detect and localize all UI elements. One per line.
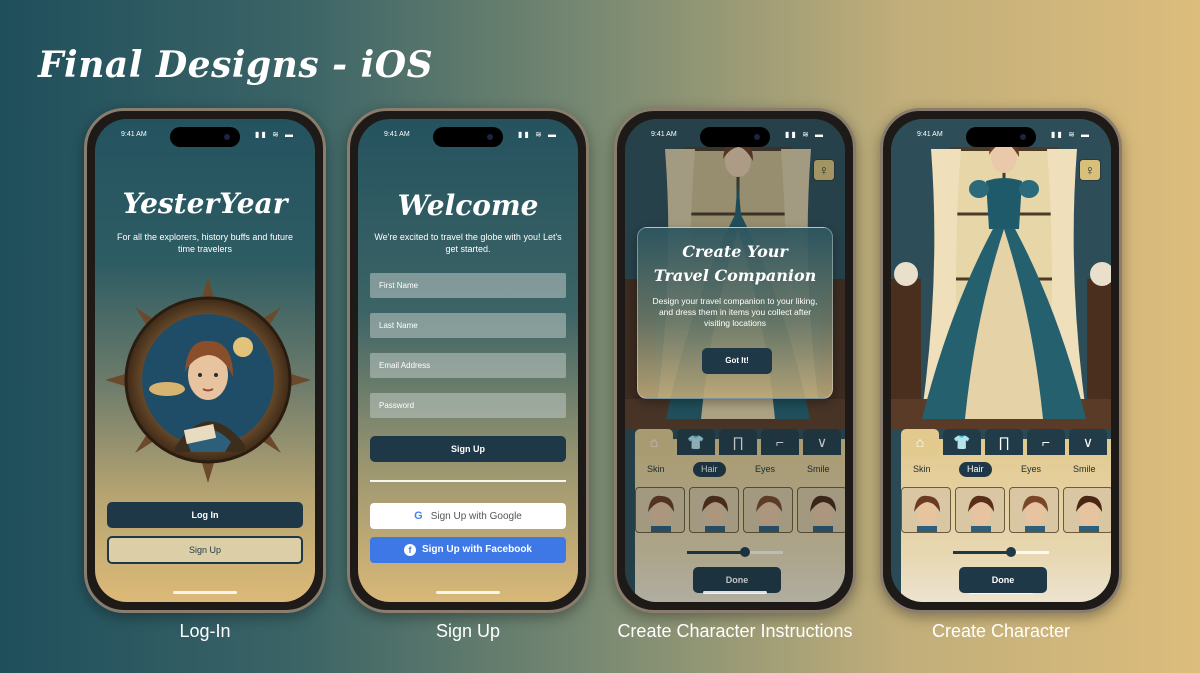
compass-portrait-image bbox=[105, 277, 311, 483]
google-signup-label: Sign Up with Google bbox=[430, 511, 522, 522]
modal-text: Design your travel companion to your lik… bbox=[652, 296, 818, 328]
first-name-field[interactable]: First Name bbox=[370, 273, 566, 298]
hair-option[interactable] bbox=[901, 487, 951, 533]
character-room-image bbox=[891, 119, 1111, 429]
subtab-smile[interactable]: Smile bbox=[1065, 462, 1104, 477]
tab-shoe-icon[interactable]: ⌐ bbox=[1027, 429, 1065, 455]
email-field[interactable]: Email Address bbox=[370, 353, 566, 378]
character-screen: 9:41 AM ▮▮ ≋ ▬ ♀ ⌂ 👕 ∏ ⌐ ∨ Skin Hair Eye… bbox=[891, 119, 1111, 602]
tab-hair-icon[interactable]: ⌂ bbox=[901, 429, 939, 455]
hair-option[interactable] bbox=[955, 487, 1005, 533]
status-bar: 9:41 AM ▮▮ ≋ ▬ bbox=[891, 119, 1111, 159]
modal-title-line1: Create Your bbox=[682, 242, 788, 261]
phone-instructions: 9:41 AM ▮▮ ≋ ▬ ♀ ⌂ 👕 ∏ ⌐ ∨ Skin Hair Eye… bbox=[614, 108, 856, 613]
dynamic-island bbox=[170, 127, 240, 147]
caption-signup: Sign Up bbox=[435, 621, 501, 641]
app-subtitle: For all the explorers, history buffs and… bbox=[117, 232, 293, 254]
subtab-eyes[interactable]: Eyes bbox=[1013, 462, 1049, 477]
got-it-button[interactable]: Got It! bbox=[702, 348, 772, 374]
hair-options bbox=[901, 487, 1111, 533]
instructions-modal: Create Your Travel Companion Design your… bbox=[637, 227, 833, 399]
caption-instructions: Create Character Instructions bbox=[617, 621, 853, 641]
status-icons: ▮▮ ≋ ▬ bbox=[1051, 130, 1091, 139]
modal-title: Create Your Travel Companion bbox=[638, 240, 832, 288]
dynamic-island bbox=[700, 127, 770, 147]
status-icons: ▮▮ ≋ ▬ bbox=[785, 130, 825, 139]
status-time: 9:41 AM bbox=[384, 131, 410, 138]
slide-title: Final Designs - iOS bbox=[38, 44, 434, 86]
google-icon: G bbox=[414, 510, 423, 522]
last-name-field[interactable]: Last Name bbox=[370, 313, 566, 338]
status-time: 9:41 AM bbox=[121, 131, 147, 138]
tab-shirt-icon[interactable]: 👕 bbox=[943, 429, 981, 455]
slider-knob[interactable] bbox=[1005, 547, 1016, 557]
subtab-hair[interactable]: Hair bbox=[959, 462, 992, 477]
facebook-signup-button[interactable]: f Sign Up with Facebook bbox=[370, 537, 566, 563]
phone-login: 9:41 AM ▮▮ ≋ ▬ YesterYear For all the ex… bbox=[84, 108, 326, 613]
home-indicator bbox=[436, 591, 500, 594]
facebook-signup-label: Sign Up with Facebook bbox=[421, 544, 532, 555]
home-indicator bbox=[703, 591, 767, 594]
done-button[interactable]: Done bbox=[959, 567, 1047, 593]
phone-signup: 9:41 AM ▮▮ ≋ ▬ Welcome We're excited to … bbox=[347, 108, 589, 613]
feature-subtabs: Skin Hair Eyes Smile bbox=[901, 462, 1101, 478]
dynamic-island bbox=[966, 127, 1036, 147]
status-icons: ▮▮ ≋ ▬ bbox=[518, 130, 558, 139]
status-icons: ▮▮ ≋ ▬ bbox=[255, 130, 295, 139]
login-button[interactable]: Log In bbox=[107, 502, 303, 528]
home-indicator bbox=[173, 591, 237, 594]
hair-option[interactable] bbox=[1063, 487, 1111, 533]
status-time: 9:41 AM bbox=[917, 131, 943, 138]
login-screen: 9:41 AM ▮▮ ≋ ▬ YesterYear For all the ex… bbox=[95, 119, 315, 602]
female-gender-icon[interactable]: ♀ bbox=[1079, 159, 1101, 181]
caption-login: Log-In bbox=[179, 621, 231, 641]
phone-character: 9:41 AM ▮▮ ≋ ▬ ♀ ⌂ 👕 ∏ ⌐ ∨ Skin Hair Eye… bbox=[880, 108, 1122, 613]
instructions-screen: 9:41 AM ▮▮ ≋ ▬ ♀ ⌂ 👕 ∏ ⌐ ∨ Skin Hair Eye… bbox=[625, 119, 845, 602]
slider-fill bbox=[953, 551, 1011, 554]
hair-option[interactable] bbox=[1009, 487, 1059, 533]
status-bar: 9:41 AM ▮▮ ≋ ▬ bbox=[358, 119, 578, 159]
modal-title-line2: Travel Companion bbox=[653, 266, 817, 285]
signup-submit-button[interactable]: Sign Up bbox=[370, 436, 566, 462]
signup-screen: 9:41 AM ▮▮ ≋ ▬ Welcome We're excited to … bbox=[358, 119, 578, 602]
password-field[interactable]: Password bbox=[370, 393, 566, 418]
signup-button[interactable]: Sign Up bbox=[107, 536, 303, 564]
app-title: YesterYear bbox=[122, 187, 288, 220]
status-bar: 9:41 AM ▮▮ ≋ ▬ bbox=[625, 119, 845, 159]
welcome-title: Welcome bbox=[397, 189, 539, 222]
category-tabs: ⌂ 👕 ∏ ⌐ ∨ bbox=[901, 429, 1107, 455]
status-bar: 9:41 AM ▮▮ ≋ ▬ bbox=[95, 119, 315, 159]
dynamic-island bbox=[433, 127, 503, 147]
google-signup-button[interactable]: G Sign Up with Google bbox=[370, 503, 566, 529]
status-time: 9:41 AM bbox=[651, 131, 677, 138]
divider bbox=[370, 480, 566, 482]
tab-necklace-icon[interactable]: ∨ bbox=[1069, 429, 1107, 455]
adjust-slider[interactable] bbox=[953, 547, 1049, 557]
caption-character: Create Character bbox=[931, 621, 1071, 641]
subtab-skin[interactable]: Skin bbox=[905, 462, 939, 477]
tab-pants-icon[interactable]: ∏ bbox=[985, 429, 1023, 455]
welcome-subtitle: We're excited to travel the globe with y… bbox=[374, 232, 562, 254]
facebook-icon: f bbox=[403, 544, 416, 556]
